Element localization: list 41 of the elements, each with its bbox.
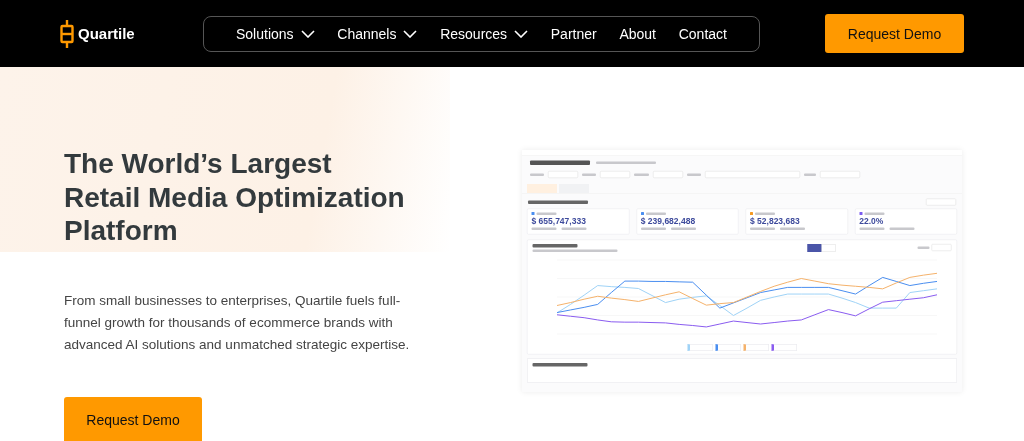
blurred-text: [530, 160, 590, 165]
blurred-text: [687, 173, 701, 176]
nav-link[interactable]: Solutions: [236, 25, 315, 42]
logo-icon: [60, 19, 74, 48]
metric-value: $ 655,747,333: [531, 216, 586, 226]
nav-link[interactable]: Channels: [337, 25, 418, 42]
blurred-text: [864, 212, 885, 215]
logo-text[interactable]: Quartile: [78, 25, 135, 42]
blurred-text: [531, 227, 557, 230]
tab[interactable]: [527, 184, 557, 193]
toggle-button[interactable]: [807, 244, 822, 252]
blurred-text: [645, 212, 666, 215]
blurred-text: [859, 227, 885, 230]
blurred-text: [528, 200, 588, 204]
metric-value: 22.0%: [859, 216, 884, 226]
blurred-text: [640, 227, 666, 230]
blurred-text: [917, 246, 930, 249]
nav-link[interactable]: Resources: [440, 25, 529, 42]
blurred-text: [750, 227, 775, 230]
request-demo-button[interactable]: Request Demo: [825, 14, 964, 53]
blurred-text: [530, 173, 544, 176]
blurred-text: [634, 173, 649, 176]
nav-link[interactable]: Partner: [550, 25, 597, 42]
blurred-text: [804, 173, 816, 176]
metric-value: $ 239,682,488: [640, 216, 696, 226]
blurred-text: [596, 161, 656, 164]
blurred-text: [561, 227, 587, 230]
blurred-text: [755, 212, 775, 215]
blurred-text: [889, 227, 915, 230]
nav-link[interactable]: About: [619, 25, 656, 42]
hero-headline: The World’s Largest Retail Media Optimization Platform: [64, 147, 406, 248]
blurred-text: [582, 173, 596, 176]
metric-value: $ 52,823,683: [750, 216, 800, 226]
blurred-text: [780, 227, 805, 230]
blurred-text: [670, 227, 696, 230]
blurred-text: [536, 212, 557, 215]
nav-link[interactable]: Contact: [678, 25, 727, 42]
request-demo-button[interactable]: Request Demo: [64, 396, 202, 441]
blurred-text: [532, 363, 588, 367]
field-outline[interactable]: [931, 244, 952, 251]
hero-text: From small businesses to enterprises, Quartile fuels full-funnel growth for thousands of ecommerce brands with advanced AI solutions and unmatched strategic expertise.: [64, 291, 411, 354]
